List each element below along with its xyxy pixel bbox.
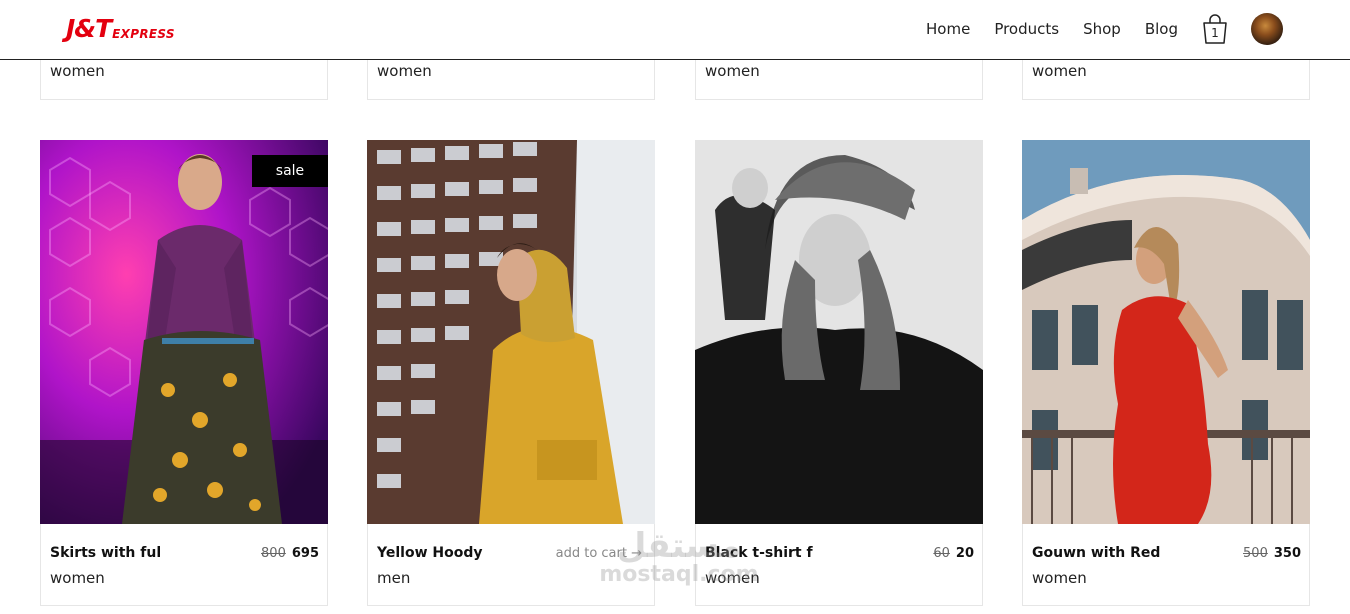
product-image[interactable]: [367, 140, 655, 524]
logo-text: J&T: [66, 14, 112, 43]
product-category: women: [705, 569, 760, 587]
logo-subtext: EXPRESS: [112, 27, 175, 41]
product-card[interactable]: Black t-shirt f 60 20 women: [695, 140, 983, 606]
site-header: J&T EXPRESS Home Products Shop Blog 1: [0, 0, 1350, 60]
nav-products[interactable]: Products: [994, 20, 1059, 38]
product-title[interactable]: Yellow Hoody: [377, 545, 482, 561]
product-category: women: [1032, 62, 1087, 80]
product-price: 800 695: [261, 546, 319, 561]
current-price: 20: [955, 546, 974, 561]
product-image[interactable]: sale: [40, 140, 328, 524]
add-to-cart-link[interactable]: add to cart →: [556, 546, 642, 561]
cart-count: 1: [1211, 26, 1219, 40]
nav-shop[interactable]: Shop: [1083, 20, 1121, 38]
cart-button[interactable]: 1: [1202, 14, 1228, 44]
old-price: 500: [1243, 546, 1268, 561]
product-image[interactable]: [695, 140, 983, 524]
main-nav: Home Products Shop Blog 1: [926, 0, 1350, 58]
product-category: women: [50, 62, 105, 80]
brand-logo[interactable]: J&T EXPRESS: [66, 13, 175, 43]
product-category: men: [377, 569, 411, 587]
old-price: 60: [933, 546, 950, 561]
product-title[interactable]: Black t-shirt f: [705, 545, 813, 561]
product-price: 60 20: [933, 546, 974, 561]
old-price: 800: [261, 546, 286, 561]
product-title[interactable]: Gouwn with Red: [1032, 545, 1160, 561]
product-price: 500 350: [1243, 546, 1301, 561]
nav-blog[interactable]: Blog: [1145, 20, 1178, 38]
user-avatar[interactable]: [1251, 13, 1283, 45]
product-category: women: [50, 569, 105, 587]
product-card[interactable]: Yellow Hoody add to cart → men: [367, 140, 655, 606]
product-card[interactable]: Gouwn with Red 500 350 women: [1022, 140, 1310, 606]
current-price: 695: [291, 546, 319, 561]
current-price: 350: [1273, 546, 1301, 561]
product-image[interactable]: [1022, 140, 1310, 524]
product-category: women: [705, 62, 760, 80]
product-category: women: [377, 62, 432, 80]
product-title[interactable]: Skirts with ful: [50, 545, 161, 561]
nav-home[interactable]: Home: [926, 20, 970, 38]
product-category: women: [1032, 569, 1087, 587]
product-card[interactable]: sale Skirts with ful 800 695 women: [40, 140, 328, 606]
sale-badge: sale: [252, 155, 328, 187]
